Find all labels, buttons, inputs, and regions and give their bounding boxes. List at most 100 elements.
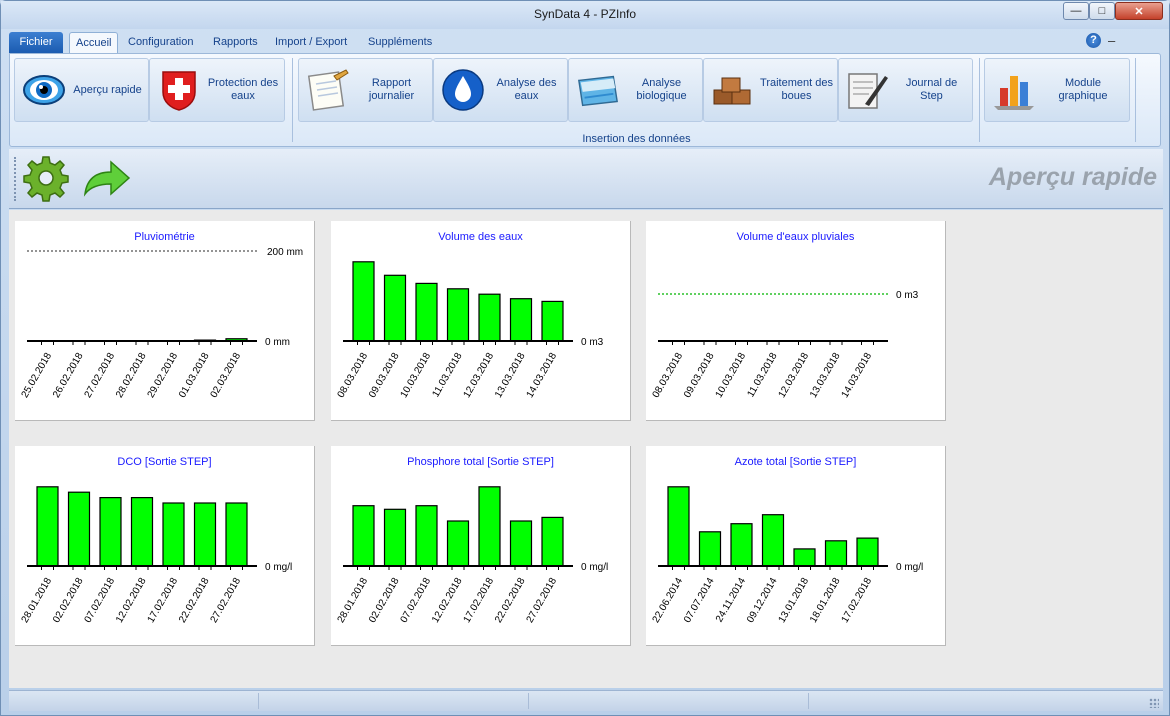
chart-card[interactable]: Volume d'eaux pluviales 0 m3 08.03.2018 09… [646, 221, 946, 421]
tab-fichier[interactable]: Fichier [9, 32, 63, 53]
chart-bar [36, 486, 59, 567]
x-tick-label: 27.02.2018 [525, 576, 560, 625]
y-axis-label: 0 mm [265, 337, 290, 348]
traitement-des-boues-button[interactable]: Traitement des boues [703, 58, 838, 122]
chart-bar [761, 514, 785, 567]
x-tick-label: 09.12.2014 [745, 576, 780, 625]
tab-configuration[interactable]: Configuration [122, 32, 199, 53]
x-tick-label: 27.02.2018 [83, 351, 118, 400]
module-graphique-button[interactable]: Module graphique [984, 58, 1130, 122]
ribbon-group-label: Insertion des données [582, 133, 691, 145]
ribbon-group-separator [292, 58, 293, 142]
module-graphique-label: Module graphique [1058, 77, 1108, 102]
x-tick-label: 14.03.2018 [840, 351, 875, 400]
toolbar-grip[interactable] [14, 157, 17, 201]
tab-rapports[interactable]: Rapports [207, 32, 264, 53]
ribbon-minimize-icon[interactable]: – [1108, 33, 1115, 48]
traitement-des-boues-label: Traitement des boues [760, 77, 833, 102]
title-bar[interactable]: SynData 4 - PZInfo — □ ✕ [1, 1, 1169, 29]
chart-bar [446, 520, 470, 567]
chart-plot: 22.06.201407.07.201424.11.201409.12.2014… [651, 486, 923, 625]
notepad-icon [305, 67, 351, 113]
window-title: SynData 4 - PZInfo [533, 7, 637, 21]
chart-plot: 28.01.201802.02.201807.02.201812.02.2018… [20, 486, 292, 625]
chart-card[interactable]: DCO [Sortie STEP] 28.01.2018 02.02.2018 07… [15, 446, 315, 646]
analyse-des-eaux-button[interactable]: Analyse des eaux [433, 58, 568, 122]
chart-plot: 08.03.201809.03.201810.03.201811.03.2018… [336, 261, 604, 400]
journal-de-step-label: Journal de Step [905, 77, 958, 102]
x-tick-label: 01.03.2018 [177, 351, 212, 400]
tab-accueil[interactable]: Accueil [69, 32, 119, 53]
water-drop-icon [440, 67, 486, 113]
x-tick-label: 02.02.2018 [51, 576, 86, 625]
protection-des-eaux-label: Protection des eaux [207, 77, 279, 102]
rapport-journalier-button[interactable]: Rapport journalier [298, 58, 433, 122]
chart-card[interactable]: Pluviométrie 200 mm 25.02.2018 26.02.2018 2… [15, 221, 315, 421]
x-tick-label: 11.03.2018 [745, 351, 779, 400]
chart-plot: 28.01.201802.02.201807.02.201812.02.2018… [336, 486, 608, 625]
chart-card[interactable]: Volume des eaux 08.03.2018 09.03.2018 10.0… [331, 221, 631, 421]
sludge-blocks-icon [710, 67, 756, 113]
x-tick-label: 13.03.2018 [808, 351, 843, 400]
chart-plot: 0 m3 08.03.201809.03.201810.03.201811.03.… [651, 290, 919, 400]
x-tick-label: 08.03.2018 [336, 351, 371, 400]
chart-bar [730, 523, 753, 567]
status-cell [529, 693, 809, 709]
analyse-biologique-button[interactable]: Analyse biologique [568, 58, 703, 122]
settings-gear-icon[interactable] [21, 153, 71, 203]
chart-card[interactable]: Phosphore total [Sortie STEP] 28.01.2018… [331, 446, 631, 646]
help-icon[interactable]: ? [1086, 33, 1101, 48]
chart-bar [446, 288, 470, 342]
eye-icon [21, 67, 67, 113]
chart-bar [383, 274, 407, 342]
page-title: Aperçu rapide [988, 163, 1157, 191]
x-tick-label: 08.03.2018 [651, 351, 686, 400]
x-tick-label: 11.03.2018 [430, 351, 464, 400]
resize-grip[interactable] [1149, 698, 1159, 708]
chart-card[interactable]: Azote total [Sortie STEP] 22.06.2014 07.0… [646, 446, 946, 646]
x-tick-label: 25.02.2018 [20, 351, 55, 400]
swiss-cross-icon [156, 67, 202, 113]
x-tick-label: 17.02.2018 [840, 576, 875, 625]
close-button[interactable]: ✕ [1115, 2, 1163, 20]
x-tick-label: 12.02.2018 [114, 576, 149, 625]
x-tick-label: 09.03.2018 [682, 351, 717, 400]
forward-arrow-icon[interactable] [81, 153, 131, 203]
journal-de-step-button[interactable]: Journal de Step [838, 58, 973, 122]
x-tick-label: 12.02.2018 [430, 576, 465, 625]
x-tick-label: 29.02.2018 [146, 351, 181, 400]
apercu-rapide-button[interactable]: Aperçu rapide [14, 58, 149, 122]
x-tick-label: 26.02.2018 [51, 351, 86, 400]
y-axis-label: 0 mg/l [896, 562, 923, 573]
chart-bar [824, 540, 848, 567]
chart-bar [162, 502, 185, 567]
ribbon-panel: Aperçu rapide Protection des eaux Rappor… [9, 53, 1161, 147]
x-tick-label: 02.03.2018 [209, 351, 244, 400]
status-cell [259, 693, 529, 709]
maximize-button[interactable]: □ [1089, 2, 1115, 20]
x-tick-label: 13.03.2018 [493, 351, 528, 400]
app-window: SynData 4 - PZInfo — □ ✕ Fichier Accueil… [0, 0, 1170, 716]
chart-bar [415, 505, 438, 567]
x-tick-label: 12.03.2018 [462, 351, 497, 400]
y-axis-label: 0 mg/l [265, 562, 292, 573]
chart-bar [541, 300, 564, 342]
x-tick-label: 10.03.2018 [399, 351, 434, 400]
chart-bar [667, 486, 690, 567]
chart-bar [225, 502, 248, 567]
protection-des-eaux-button[interactable]: Protection des eaux [149, 58, 285, 122]
x-tick-label: 28.01.2018 [336, 576, 371, 625]
status-cell [9, 693, 259, 709]
x-tick-label: 24.11.2014 [714, 576, 748, 625]
status-bar [9, 690, 1163, 711]
tab-supplements[interactable]: Suppléments [362, 32, 438, 53]
minimize-button[interactable]: — [1063, 2, 1089, 20]
tab-import-export[interactable]: Import / Export [269, 32, 353, 53]
x-tick-label: 07.02.2018 [399, 576, 434, 625]
x-tick-label: 17.02.2018 [146, 576, 181, 625]
x-tick-label: 28.02.2018 [114, 351, 149, 400]
reference-line-label: 0 m3 [896, 290, 919, 301]
x-tick-label: 22.02.2018 [177, 576, 212, 625]
chart-bar [478, 293, 501, 342]
x-tick-label: 27.02.2018 [209, 576, 244, 625]
